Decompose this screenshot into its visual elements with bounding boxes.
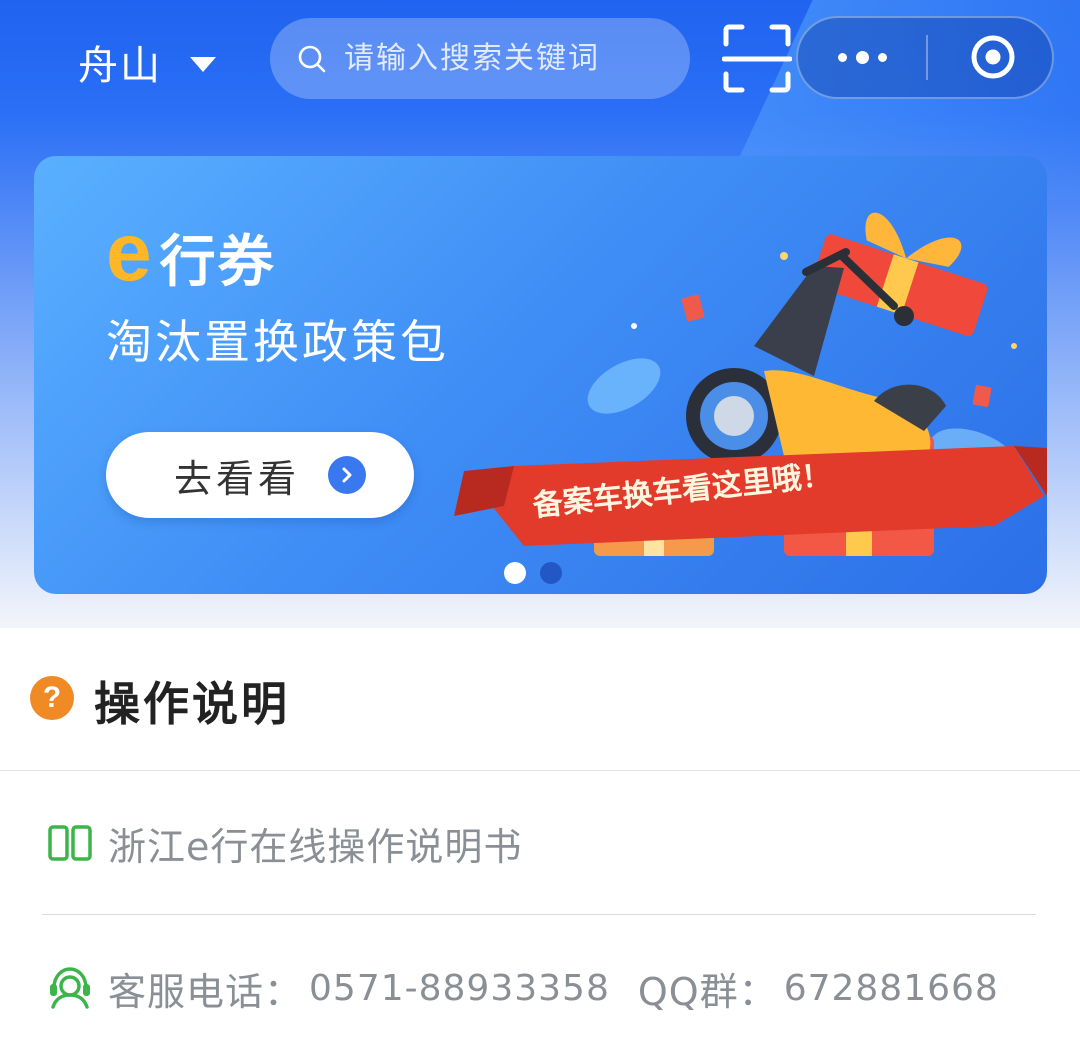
capsule-divider — [926, 35, 928, 80]
more-dot-icon — [877, 53, 887, 62]
banner-title-text: 行券 — [159, 230, 276, 296]
headset-icon — [50, 967, 90, 1009]
search-bar[interactable] — [270, 18, 690, 99]
promo-banner[interactable]: e 行券 淘汰置换政策包 去看看 备案车换车看这里哦！ — [34, 156, 1047, 594]
banner-title: e 行券 — [106, 212, 276, 294]
view-now-label: 去看看 — [174, 456, 301, 501]
scan-icon[interactable] — [722, 24, 792, 94]
chevron-right-icon — [328, 456, 367, 494]
more-dot-icon — [855, 51, 869, 64]
view-now-button[interactable]: 去看看 — [106, 432, 414, 518]
service-phone-label: 客服电话： — [108, 969, 304, 1014]
banner-title-e: e — [106, 207, 152, 298]
customer-service-row: 客服电话： 0571-88933358 QQ群： 672881668 — [42, 915, 1036, 1061]
qq-group-label: QQ群： — [637, 969, 778, 1014]
pagination-dot-active[interactable] — [504, 562, 526, 584]
more-options-button[interactable] — [826, 18, 898, 97]
miniprogram-capsule — [796, 16, 1054, 99]
instructions-title: 操作说明 — [94, 677, 290, 731]
qq-group-number[interactable]: 672881668 — [784, 968, 999, 1009]
instructions-header: ? 操作说明 — [0, 628, 1080, 771]
close-miniprogram-icon[interactable] — [970, 34, 1016, 80]
scooter-gift-illustration: 备案车换车看这里哦！ — [454, 212, 1047, 556]
manual-link-row[interactable]: 浙江e行在线操作说明书 — [42, 772, 1036, 915]
banner-pagination — [504, 562, 562, 584]
service-phone-number[interactable]: 0571-88933358 — [309, 968, 610, 1009]
manual-link-label[interactable]: 浙江e行在线操作说明书 — [108, 816, 522, 871]
book-icon — [48, 825, 92, 861]
search-icon — [298, 45, 326, 72]
pagination-dot[interactable] — [540, 562, 562, 584]
city-name: 舟山 — [78, 43, 162, 89]
banner-subtitle: 淘汰置换政策包 — [106, 315, 449, 369]
caret-down-icon — [190, 56, 216, 72]
search-input[interactable] — [342, 40, 676, 77]
city-selector[interactable]: 舟山 — [78, 34, 216, 90]
top-header-area: 舟山 e 行券 淘汰置换政策包 — [0, 0, 1080, 628]
question-icon: ? — [30, 676, 74, 720]
more-dot-icon — [837, 53, 847, 62]
